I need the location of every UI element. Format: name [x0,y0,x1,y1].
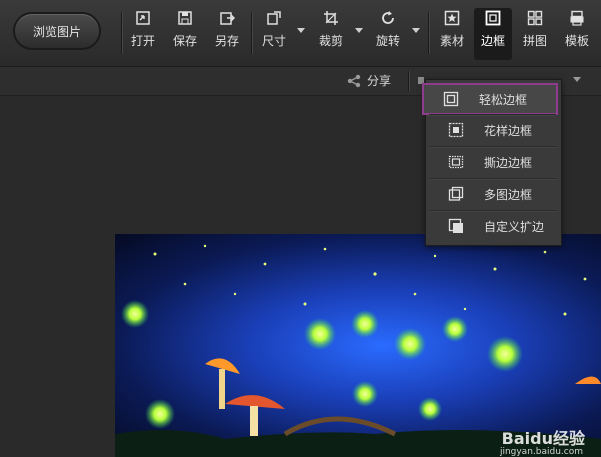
border-button[interactable]: 边框 [474,8,512,60]
border-icon [485,10,501,26]
save-label: 保存 [172,34,197,48]
toolbar-separator [121,12,122,54]
menu-item-pattern-border[interactable]: 花样边框 [429,115,556,145]
save-as-icon [219,10,235,26]
browse-images-button[interactable]: 浏览图片 [13,12,101,50]
crop-dropdown-chevron-icon[interactable] [355,28,363,33]
resize-dropdown-chevron-icon[interactable] [297,28,305,33]
save-icon [177,10,193,26]
simple-border-icon [443,91,459,107]
share-label: 分享 [367,74,392,88]
border-label: 边框 [480,34,505,48]
open-label: 打开 [130,34,155,48]
crop-label: 裁剪 [318,34,343,48]
multi-image-border-icon [448,186,464,202]
crop-icon [323,10,339,26]
template-button[interactable]: 模板 [561,10,593,60]
menu-item-label: 撕边边框 [484,155,533,170]
subbar-dropdown-chevron-icon[interactable] [573,77,581,82]
torn-border-icon [448,154,464,170]
share-icon [347,74,361,88]
rotate-icon [380,10,396,26]
menu-item-multi-image-border[interactable]: 多图边框 [429,179,556,209]
material-label: 素材 [439,34,464,48]
puzzle-label: 拼图 [522,34,547,48]
custom-expand-icon [448,218,464,234]
toolbar-separator [428,12,429,54]
rotate-label: 旋转 [375,34,400,48]
photo-preview: Baidu经验 jingyan.baidu.com [115,234,601,457]
material-icon [444,10,460,26]
menu-item-label: 自定义扩边 [484,219,545,234]
resize-label: 尺寸 [261,34,286,48]
save-as-button[interactable]: 另存 [211,10,243,60]
rotate-dropdown-chevron-icon[interactable] [412,28,420,33]
menu-item-custom-expand[interactable]: 自定义扩边 [429,211,556,241]
save-as-label: 另存 [214,34,239,48]
resize-button[interactable]: 尺寸 [258,10,290,60]
watermark-url: jingyan.baidu.com [499,447,583,457]
subbar-separator [408,71,409,91]
menu-item-simple-border[interactable]: 轻松边框 [422,83,558,115]
menu-item-label: 多图边框 [484,187,533,202]
rotate-button[interactable]: 旋转 [372,10,404,60]
template-label: 模板 [564,34,589,48]
toolbar-separator [251,12,252,54]
firefly-scene-image [115,244,601,457]
menu-item-label: 轻松边框 [479,92,528,107]
pattern-border-icon [448,122,464,138]
material-button[interactable]: 素材 [436,10,468,60]
border-dropdown-menu: 轻松边框 花样边框 撕边边框 多图边框 自定义扩边 [422,79,562,246]
menu-item-torn-border[interactable]: 撕边边框 [429,147,556,177]
template-icon [569,10,585,26]
menu-item-label: 花样边框 [484,123,533,138]
open-icon [135,10,151,26]
baidu-watermark: Baidu经验 [501,429,585,448]
resize-icon [266,10,282,26]
puzzle-button[interactable]: 拼图 [519,10,551,60]
save-button[interactable]: 保存 [169,10,201,60]
main-toolbar: 浏览图片 打开 保存 另存 尺寸 裁剪 旋转 素材 边框 拼图 模板 [0,0,601,67]
crop-button[interactable]: 裁剪 [315,10,347,60]
share-button[interactable]: 分享 [347,72,391,89]
puzzle-icon [527,10,543,26]
open-button[interactable]: 打开 [127,10,159,60]
